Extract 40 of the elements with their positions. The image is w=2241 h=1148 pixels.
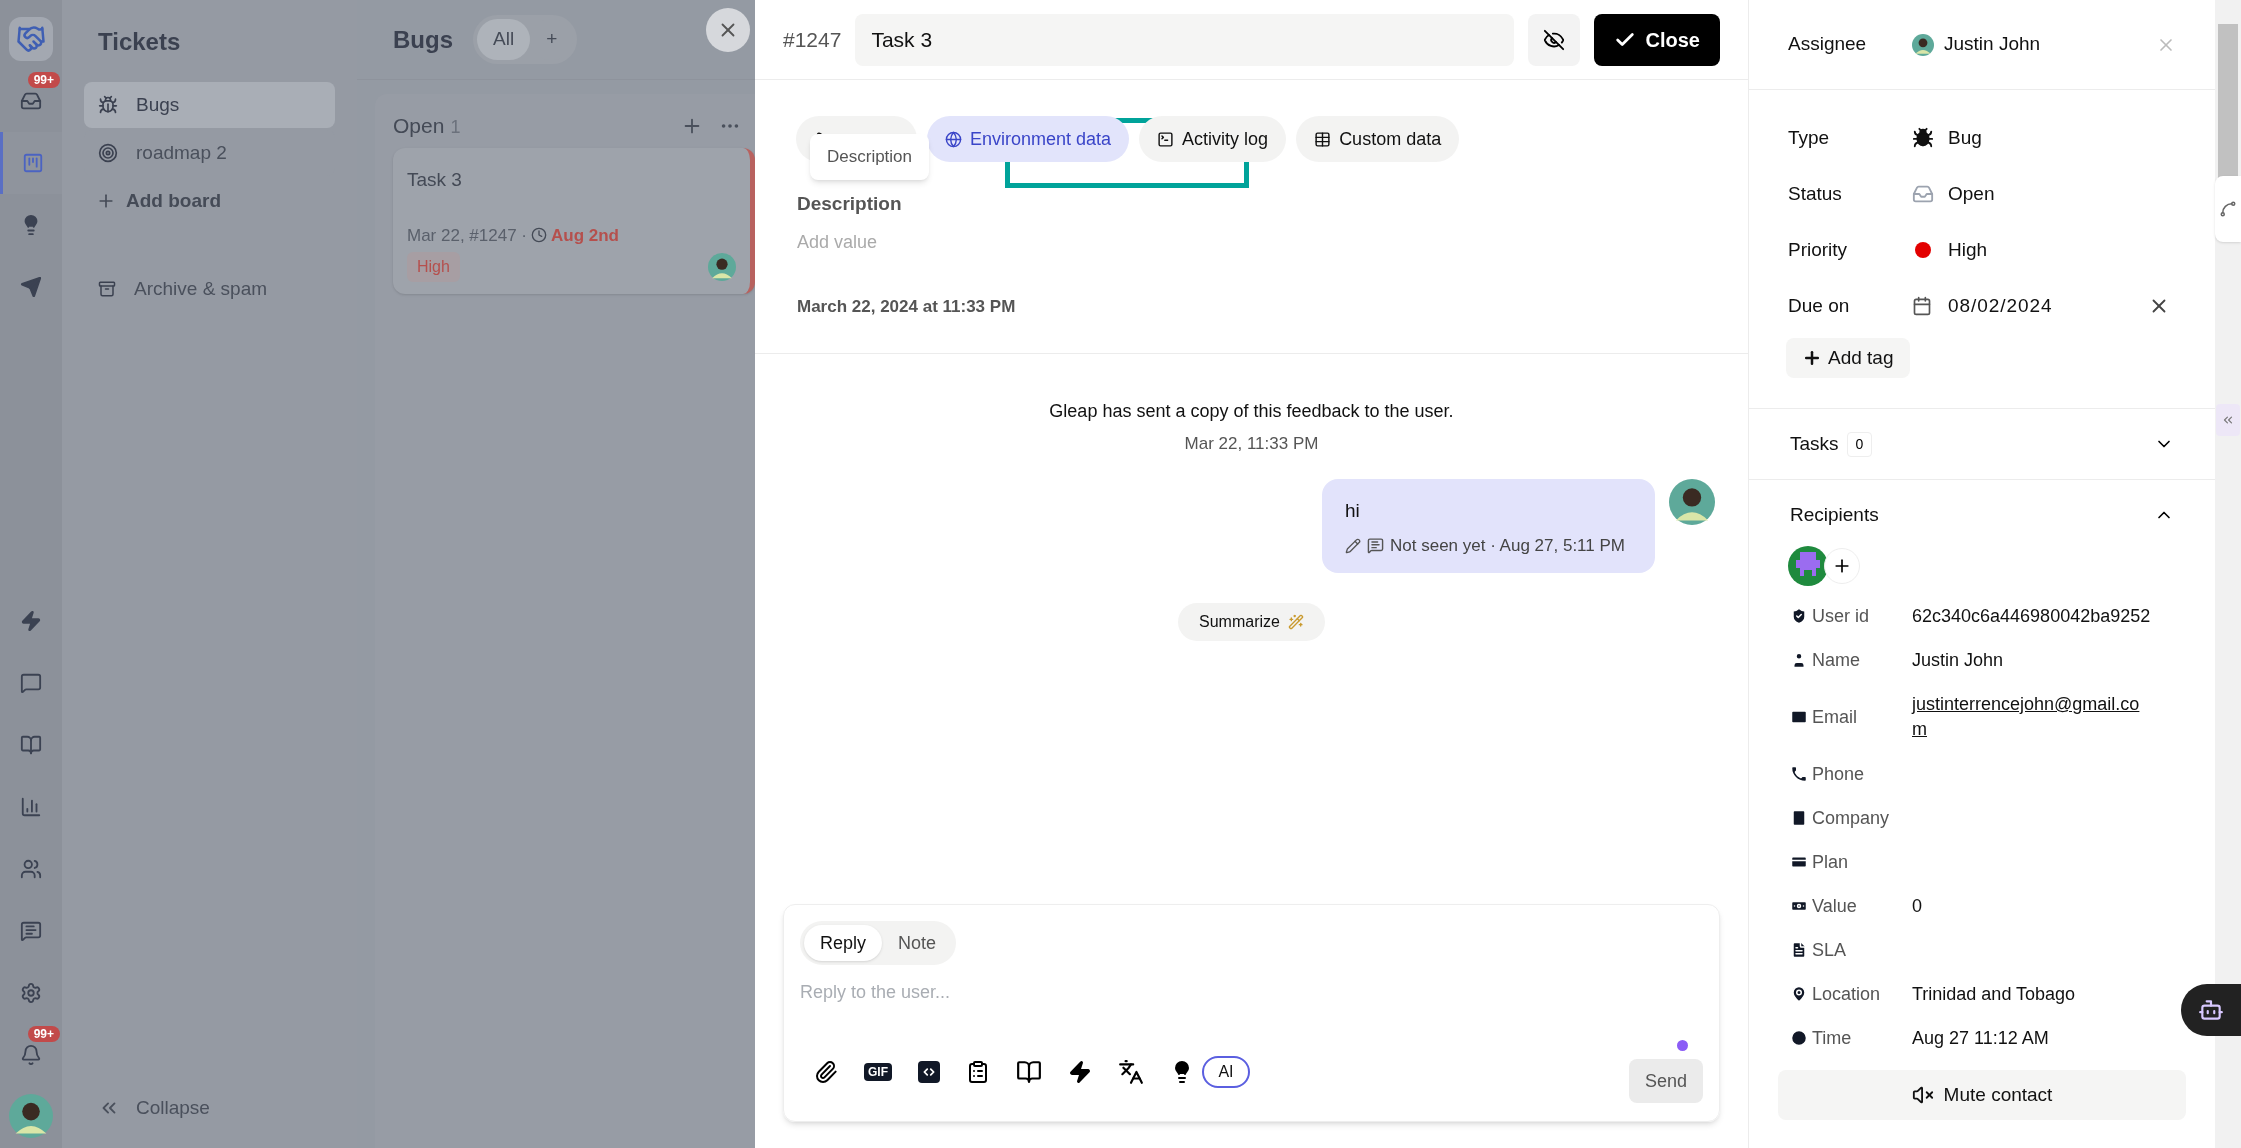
section-title: Recipients [1790,502,1879,527]
field-label: Status [1788,181,1843,206]
contact-value: Trinidad and Tobago [1912,982,2076,1006]
contact-label: Company [1812,806,1891,830]
field-label: Priority [1788,237,1849,262]
due-date: Aug 2nd [551,224,619,247]
contact-label: Name [1812,648,1861,672]
field-label: Due on [1788,293,1851,318]
section-label: Description [797,192,903,216]
card-title: Task 3 [407,168,463,192]
card-meta: Mar 22, #1247 · [407,224,527,247]
contact-value: 62c340c6a446980042ba9252 [1912,604,2151,628]
section-title: Tasks [1790,431,1839,456]
contact-label: Phone [1812,762,1866,786]
created-date: March 22, 2024 at 11:33 PM [797,295,1017,318]
column-title: Open [393,113,445,140]
system-message: Gleap has sent a copy of this feedback to the user. [1049,400,1454,423]
message-text: hi [1345,498,1361,523]
message-status: Not seen yet · Aug 27, 5:11 PM [1390,535,1625,557]
contact-label: User id [1812,604,1870,628]
contact-value: Aug 27 11:12 AM [1912,1026,2049,1050]
count-badge: 0 [1846,431,1873,457]
contact-label: SLA [1812,938,1848,962]
contact-label: Email [1812,705,1858,729]
board-title: Bugs [393,24,453,55]
description-tooltip: Description [810,134,930,180]
field-label: Type [1788,125,1831,150]
count-badge: 99+ [27,72,60,88]
contact-label: Plan [1812,850,1850,874]
contact-label: Value [1812,894,1858,918]
message-time: Mar 22, 11:33 PM [1184,433,1319,455]
contact-value: Justin John [1912,648,2004,672]
contact-label: Time [1812,1026,1853,1050]
contact-value: 0 [1912,894,1922,918]
priority-tag: High [407,252,460,282]
count-badge: 99+ [27,1026,60,1042]
sidebar-title: Tickets [97,27,182,57]
ticket-number: #1247 [783,26,842,53]
contact-label: Location [1812,982,1882,1006]
field-label: Assignee [1788,32,1868,57]
